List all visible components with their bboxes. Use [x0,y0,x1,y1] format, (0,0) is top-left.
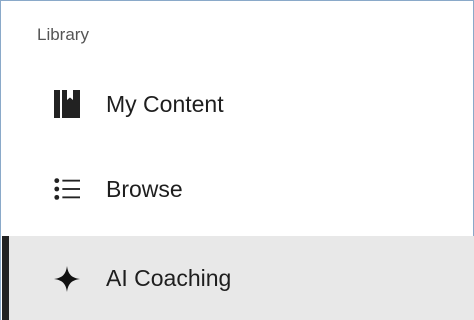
sidebar-item-label: AI Coaching [106,265,232,291]
sidebar-item-ai-coaching[interactable]: AI Coaching [2,236,474,320]
sidebar-item-label: My Content [106,90,224,117]
list-icon [54,175,80,203]
sidebar-item-browse[interactable]: Browse [2,154,474,224]
book-icon [54,90,80,118]
section-heading-library: Library [37,25,89,44]
sparkle-icon [54,265,80,293]
library-sidebar: Library My Content Browse AI Coaching [0,0,474,320]
sidebar-item-my-content[interactable]: My Content [2,69,474,139]
sidebar-item-label: Browse [106,175,183,202]
